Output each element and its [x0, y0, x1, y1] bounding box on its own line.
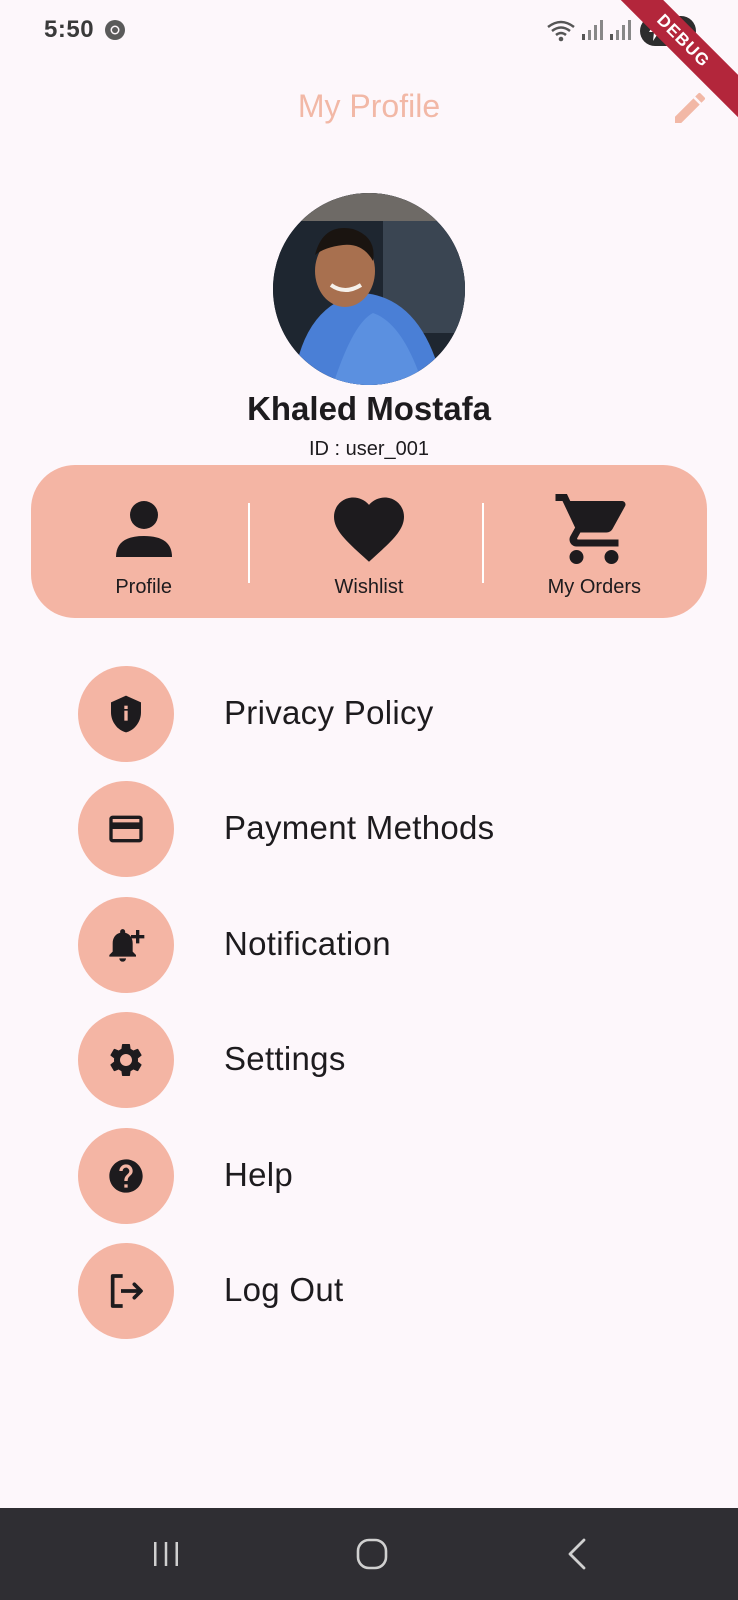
menu-item-label: Help	[224, 1156, 294, 1193]
menu-icon-circle	[78, 1128, 174, 1224]
profile-name: Khaled Mostafa	[247, 390, 491, 427]
credit-card-icon	[109, 815, 143, 843]
menu-item-label: Privacy Policy	[224, 694, 434, 731]
menu-item-settings[interactable]: Settings	[78, 1012, 678, 1108]
logout-icon	[110, 1274, 143, 1308]
menu-item-label: Settings	[224, 1040, 346, 1077]
quick-action-label: My Orders	[547, 576, 641, 598]
quick-actions-card: Profile Wishlist My Orders	[31, 465, 707, 618]
cart-icon	[555, 494, 626, 564]
menu-icon-circle	[78, 1012, 174, 1108]
quick-action-profile[interactable]: Profile	[31, 465, 256, 618]
back-icon[interactable]	[558, 1534, 598, 1574]
menu-icon-circle	[78, 897, 174, 993]
menu-icon-circle	[78, 781, 174, 877]
chrome-icon	[105, 20, 125, 40]
menu-icon-circle	[78, 666, 174, 762]
page-title: My Profile	[297, 88, 441, 124]
menu-item-payment-methods[interactable]: Payment Methods	[78, 781, 678, 877]
divider	[482, 503, 484, 583]
home-icon[interactable]	[352, 1534, 392, 1574]
quick-action-wishlist[interactable]: Wishlist	[256, 465, 481, 618]
status-time: 5:50	[44, 16, 95, 43]
shield-icon	[111, 695, 141, 733]
menu-icon-circle	[78, 1243, 174, 1339]
status-bar: 5:50 40	[0, 0, 738, 64]
recents-icon[interactable]	[146, 1534, 186, 1574]
quick-action-label: Profile	[115, 576, 173, 598]
profile-id: ID : user_001	[308, 438, 430, 460]
bell-add-icon	[109, 929, 145, 962]
avatar-photo	[273, 193, 465, 385]
quick-action-label: Wishlist	[334, 576, 404, 598]
signal-icon	[610, 20, 631, 40]
menu-item-log-out[interactable]: Log Out	[78, 1243, 678, 1339]
menu-item-label: Log Out	[224, 1271, 344, 1308]
avatar	[273, 193, 465, 385]
system-nav-bar	[0, 1508, 738, 1600]
quick-action-orders[interactable]: My Orders	[482, 465, 707, 618]
menu-item-help[interactable]: Help	[78, 1128, 678, 1224]
divider	[248, 503, 250, 583]
gear-icon	[110, 1044, 142, 1076]
pencil-icon[interactable]	[670, 88, 710, 128]
signal-icon	[582, 20, 603, 40]
help-icon	[109, 1159, 143, 1193]
person-icon	[115, 501, 172, 557]
menu-item-privacy-policy[interactable]: Privacy Policy	[78, 666, 678, 762]
wifi-icon	[547, 20, 575, 42]
menu-item-notification[interactable]: Notification	[78, 897, 678, 993]
menu-item-label: Payment Methods	[224, 809, 495, 846]
menu-item-label: Notification	[224, 925, 391, 962]
heart-icon	[333, 497, 404, 562]
profile-screen: 5:50 40 DEBUG My Pro	[0, 0, 738, 1600]
